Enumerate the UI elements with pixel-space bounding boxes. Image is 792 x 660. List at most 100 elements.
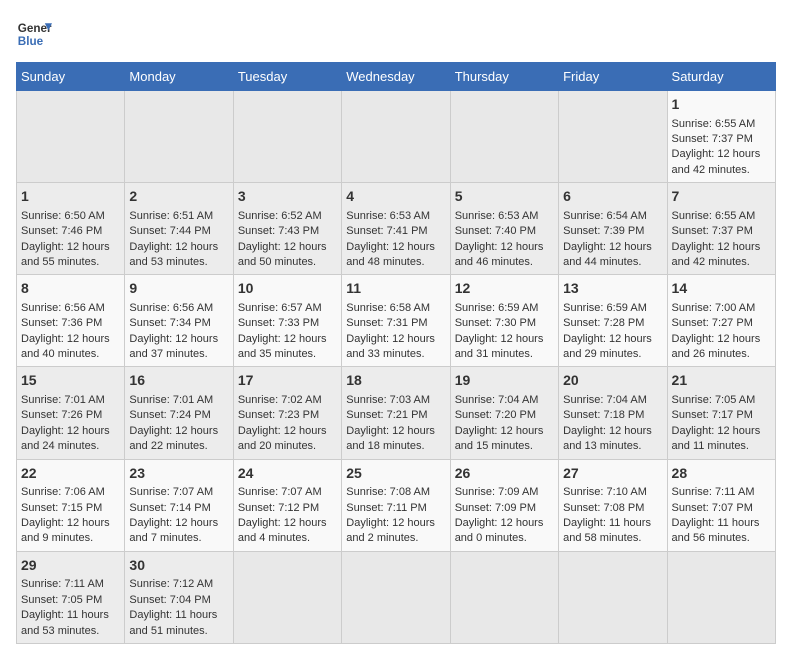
calendar-cell: 4Sunrise: 6:53 AMSunset: 7:41 PMDaylight…	[342, 183, 450, 275]
calendar-cell: 24Sunrise: 7:07 AMSunset: 7:12 PMDayligh…	[233, 459, 341, 551]
sunrise: Sunrise: 7:02 AM	[238, 394, 322, 406]
day-number: 6	[563, 187, 662, 207]
sunset: Sunset: 7:14 PM	[129, 502, 210, 514]
calendar-week-1: 1Sunrise: 6:50 AMSunset: 7:46 PMDaylight…	[17, 183, 776, 275]
calendar-cell: 13Sunrise: 6:59 AMSunset: 7:28 PMDayligh…	[559, 275, 667, 367]
calendar-cell	[125, 91, 233, 183]
day-number: 14	[672, 279, 771, 299]
daylight-label: Daylight: 12 hours and 15 minutes.	[455, 425, 544, 452]
day-number: 23	[129, 464, 228, 484]
calendar-cell	[667, 551, 775, 643]
sunset: Sunset: 7:39 PM	[563, 225, 644, 237]
sunset: Sunset: 7:17 PM	[672, 409, 753, 421]
day-number: 13	[563, 279, 662, 299]
sunrise: Sunrise: 7:10 AM	[563, 486, 647, 498]
calendar-cell	[450, 91, 558, 183]
sunrise: Sunrise: 6:55 AM	[672, 210, 756, 222]
sunset: Sunset: 7:37 PM	[672, 133, 753, 145]
sunset: Sunset: 7:31 PM	[346, 317, 427, 329]
daylight-label: Daylight: 12 hours and 4 minutes.	[238, 517, 327, 544]
logo: General Blue	[16, 16, 52, 52]
sunrise: Sunrise: 7:12 AM	[129, 578, 213, 590]
calendar-week-3: 15Sunrise: 7:01 AMSunset: 7:26 PMDayligh…	[17, 367, 776, 459]
calendar-cell: 17Sunrise: 7:02 AMSunset: 7:23 PMDayligh…	[233, 367, 341, 459]
calendar-cell: 12Sunrise: 6:59 AMSunset: 7:30 PMDayligh…	[450, 275, 558, 367]
calendar-cell: 14Sunrise: 7:00 AMSunset: 7:27 PMDayligh…	[667, 275, 775, 367]
column-header-wednesday: Wednesday	[342, 63, 450, 91]
calendar-cell: 10Sunrise: 6:57 AMSunset: 7:33 PMDayligh…	[233, 275, 341, 367]
calendar-cell: 1Sunrise: 6:50 AMSunset: 7:46 PMDaylight…	[17, 183, 125, 275]
header-row: SundayMondayTuesdayWednesdayThursdayFrid…	[17, 63, 776, 91]
sunset: Sunset: 7:36 PM	[21, 317, 102, 329]
sunrise: Sunrise: 6:56 AM	[129, 302, 213, 314]
calendar-cell	[450, 551, 558, 643]
sunset: Sunset: 7:21 PM	[346, 409, 427, 421]
sunset: Sunset: 7:23 PM	[238, 409, 319, 421]
daylight-label: Daylight: 12 hours and 11 minutes.	[672, 425, 761, 452]
sunrise: Sunrise: 6:58 AM	[346, 302, 430, 314]
sunrise: Sunrise: 7:04 AM	[563, 394, 647, 406]
calendar-week-5: 29Sunrise: 7:11 AMSunset: 7:05 PMDayligh…	[17, 551, 776, 643]
sunrise: Sunrise: 6:53 AM	[455, 210, 539, 222]
sunset: Sunset: 7:27 PM	[672, 317, 753, 329]
sunset: Sunset: 7:20 PM	[455, 409, 536, 421]
sunrise: Sunrise: 7:08 AM	[346, 486, 430, 498]
page-header: General Blue	[16, 16, 776, 52]
calendar-cell	[17, 91, 125, 183]
sunset: Sunset: 7:41 PM	[346, 225, 427, 237]
daylight-label: Daylight: 12 hours and 22 minutes.	[129, 425, 218, 452]
column-header-friday: Friday	[559, 63, 667, 91]
sunset: Sunset: 7:26 PM	[21, 409, 102, 421]
calendar-cell	[233, 551, 341, 643]
calendar-cell: 8Sunrise: 6:56 AMSunset: 7:36 PMDaylight…	[17, 275, 125, 367]
day-number: 30	[129, 556, 228, 576]
sunset: Sunset: 7:09 PM	[455, 502, 536, 514]
day-number: 15	[21, 371, 120, 391]
calendar-cell: 2Sunrise: 6:51 AMSunset: 7:44 PMDaylight…	[125, 183, 233, 275]
sunrise: Sunrise: 7:07 AM	[129, 486, 213, 498]
day-number: 5	[455, 187, 554, 207]
day-number: 28	[672, 464, 771, 484]
sunrise: Sunrise: 7:07 AM	[238, 486, 322, 498]
sunset: Sunset: 7:37 PM	[672, 225, 753, 237]
sunrise: Sunrise: 6:59 AM	[455, 302, 539, 314]
sunrise: Sunrise: 6:54 AM	[563, 210, 647, 222]
calendar-cell: 21 Sunrise: 7:05 AM Sunset: 7:17 PM Dayligh…	[667, 367, 775, 459]
day-number: 2	[129, 187, 228, 207]
day-number: 25	[346, 464, 445, 484]
day-number: 11	[346, 279, 445, 299]
day-number: 16	[129, 371, 228, 391]
daylight-label: Daylight: 12 hours and 18 minutes.	[346, 425, 435, 452]
calendar-cell: 7Sunrise: 6:55 AMSunset: 7:37 PMDaylight…	[667, 183, 775, 275]
calendar-week-2: 8 Sunrise: 6:56 AM Sunset: 7:36 PM Daylight…	[17, 275, 776, 367]
daylight-label: Daylight: 12 hours and 37 minutes.	[129, 333, 218, 360]
calendar-cell	[559, 91, 667, 183]
day-number: 21	[672, 371, 771, 391]
sunrise: Sunrise: 7:11 AM	[672, 486, 755, 498]
sunrise: Sunrise: 6:51 AM	[129, 210, 213, 222]
sunset: Sunset: 7:40 PM	[455, 225, 536, 237]
daylight-label: Daylight: 12 hours and 26 minutes.	[672, 333, 761, 360]
sunset: Sunset: 7:24 PM	[129, 409, 210, 421]
sunset: Sunset: 7:07 PM	[672, 502, 753, 514]
day-number: 4	[346, 187, 445, 207]
daylight-label: Daylight: 12 hours and 31 minutes.	[455, 333, 544, 360]
column-header-tuesday: Tuesday	[233, 63, 341, 91]
calendar-cell: 20Sunrise: 7:04 AMSunset: 7:18 PMDayligh…	[559, 367, 667, 459]
sunset: Sunset: 7:28 PM	[563, 317, 644, 329]
calendar-cell: 19Sunrise: 7:04 AMSunset: 7:20 PMDayligh…	[450, 367, 558, 459]
sunrise: Sunrise: 7:04 AM	[455, 394, 539, 406]
calendar-cell: 23 Sunrise: 7:07 AM Sunset: 7:14 PM Dayligh…	[125, 459, 233, 551]
daylight-label: Daylight: 12 hours and 7 minutes.	[129, 517, 218, 544]
calendar-cell: 15Sunrise: 7:01 AMSunset: 7:26 PMDayligh…	[17, 367, 125, 459]
day-number: 17	[238, 371, 337, 391]
calendar-cell: 16Sunrise: 7:01 AMSunset: 7:24 PMDayligh…	[125, 367, 233, 459]
day-number: 1	[672, 95, 771, 115]
calendar-cell: 25Sunrise: 7:08 AMSunset: 7:11 PMDayligh…	[342, 459, 450, 551]
day-number: 8	[21, 279, 120, 299]
daylight-label: Daylight: 12 hours and 29 minutes.	[563, 333, 652, 360]
daylight-label: Daylight: 11 hours and 56 minutes.	[672, 517, 760, 544]
sunset: Sunset: 7:44 PM	[129, 225, 210, 237]
sunset: Sunset: 7:12 PM	[238, 502, 319, 514]
sunrise: Sunrise: 7:05 AM	[672, 394, 756, 406]
